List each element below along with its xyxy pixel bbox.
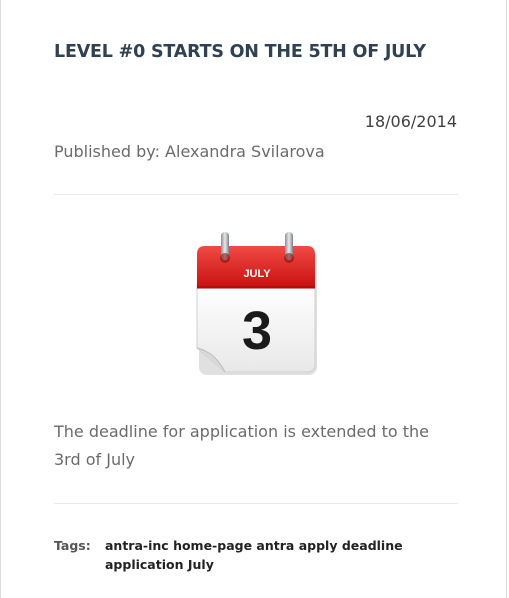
tag-link[interactable]: antra-inc: [105, 538, 169, 553]
divider-top: [54, 194, 458, 195]
tag-link[interactable]: application: [105, 557, 184, 572]
tags-label: Tags:: [54, 538, 91, 553]
calendar-day: 3: [242, 301, 272, 361]
post-author: Published by: Alexandra Svilarova: [54, 142, 325, 161]
tag-link[interactable]: home-page: [173, 538, 252, 553]
tag-link[interactable]: apply: [299, 538, 338, 553]
tag-link[interactable]: July: [188, 557, 214, 572]
divider-bottom: [54, 503, 458, 504]
tags-list: antra-inc home-page antra apply deadline…: [105, 536, 435, 574]
post-date: 18/06/2014: [364, 112, 457, 131]
post-title[interactable]: LEVEL #0 STARTS ON THE 5TH OF JULY: [54, 42, 426, 62]
post-content: The deadline for application is extended…: [54, 422, 429, 469]
calendar-icon: JULY 3: [193, 230, 321, 380]
calendar-month: JULY: [243, 268, 271, 280]
post-card: LEVEL #0 STARTS ON THE 5TH OF JULY 18/06…: [0, 0, 507, 598]
tag-link[interactable]: deadline: [342, 538, 403, 553]
tag-link[interactable]: antra: [256, 538, 294, 553]
